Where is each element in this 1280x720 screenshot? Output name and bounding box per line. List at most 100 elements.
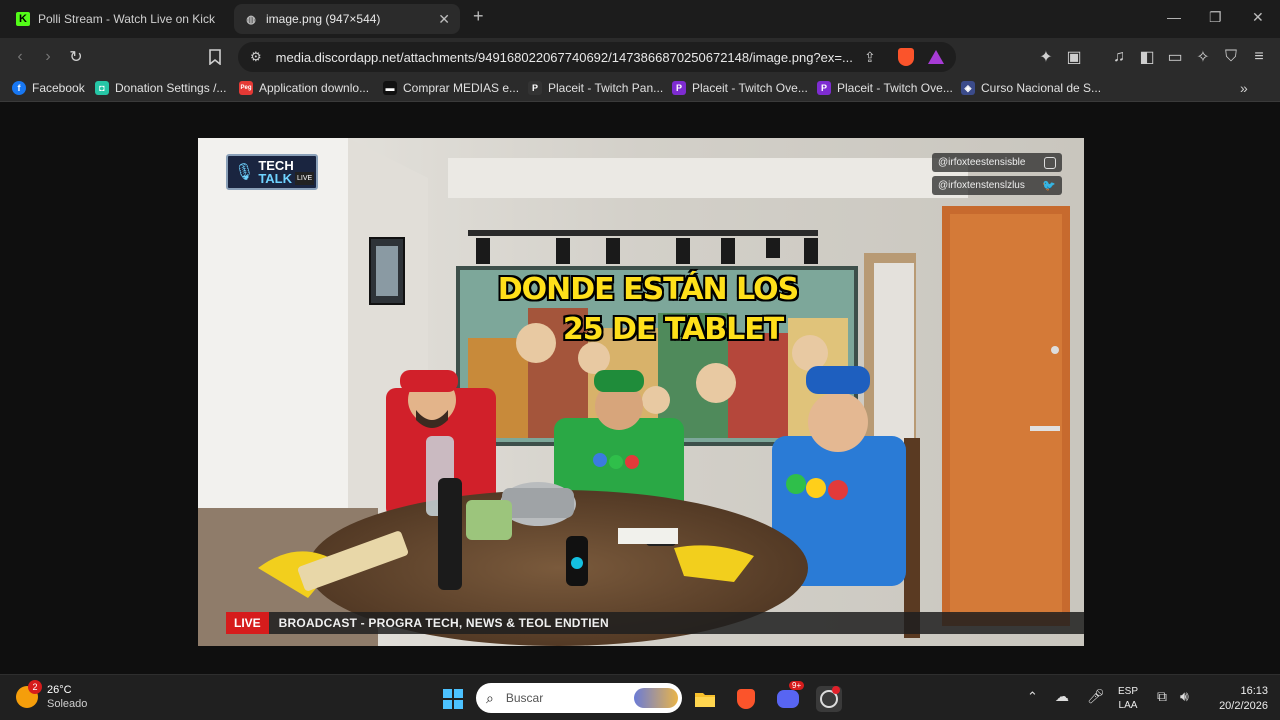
headline-line-1: DONDE ESTÁN LOS <box>497 272 800 307</box>
bookmark-item[interactable]: ◈ Curso Nacional de S... <box>961 81 1101 95</box>
volume-icon[interactable]: 🔊︎ <box>1180 688 1189 705</box>
minimize-button[interactable]: — <box>1167 9 1181 25</box>
bookmark-icon[interactable] <box>205 47 225 67</box>
weather-widget[interactable]: 2 26°C Soleado <box>16 680 88 711</box>
peg-icon: Peg <box>239 81 253 95</box>
forward-button[interactable]: › <box>38 47 58 67</box>
search-placeholder: Buscar <box>505 691 544 705</box>
new-tab-button[interactable]: + <box>473 6 484 27</box>
discord-badge: 9+ <box>789 681 805 690</box>
bookmark-item[interactable]: Peg Application downlo... <box>239 81 369 95</box>
extensions-icon[interactable]: ✦ <box>1036 47 1056 67</box>
more-bookmarks-icon[interactable]: » <box>1240 80 1248 96</box>
media-icon[interactable]: ♫ <box>1109 47 1129 67</box>
brave-rewards-icon[interactable] <box>928 50 944 64</box>
instagram-icon <box>1044 156 1056 169</box>
bookmark-label: Comprar MEDIAS e... <box>403 81 520 95</box>
tab-label: image.png (947×544) <box>266 12 381 26</box>
social-handle-text: @irfoxteestensisble <box>938 157 1026 168</box>
discord-icon[interactable]: 9+ <box>776 681 805 711</box>
bookmark-item[interactable]: P Placeit - Twitch Pan... <box>528 81 663 95</box>
url-text: media.discordapp.net/attachments/9491680… <box>275 49 853 65</box>
sidebar-icon[interactable]: ◧ <box>1137 47 1157 67</box>
menu-icon[interactable]: ≡ <box>1249 47 1269 67</box>
stream-scene <box>198 138 1084 646</box>
medias-icon: ▬ <box>383 81 397 95</box>
network-icon[interactable]: ⧉ <box>1157 688 1167 705</box>
tech-talk-logo: 🎙 TECH TALK LIVE <box>226 154 318 190</box>
browser-toolbar: ‹ › ↻ ⚙ media.discordapp.net/attachments… <box>0 38 1280 76</box>
cloud-icon[interactable]: ☁ <box>1055 688 1069 705</box>
bookmark-item[interactable]: P Placeit - Twitch Ove... <box>817 81 953 95</box>
social-handle-text: @irfoxtenstenslzlus <box>938 180 1025 191</box>
clock-time: 16:13 <box>1240 685 1268 697</box>
sun-icon: 2 <box>16 680 42 708</box>
weather-desc: Soleado <box>47 698 88 710</box>
back-button[interactable]: ‹ <box>10 47 30 67</box>
clock-date: 20/2/2026 <box>1219 700 1268 712</box>
bookmark-item[interactable]: f Facebook <box>12 81 85 95</box>
close-window-button[interactable]: ✕ <box>1252 9 1264 26</box>
file-explorer-icon[interactable] <box>693 687 717 711</box>
windows-start-icon[interactable] <box>441 687 465 711</box>
twitter-icon: 🐦 <box>1042 180 1056 192</box>
close-tab-icon[interactable]: ✕ <box>438 11 450 28</box>
tab-strip: K Polli Stream - Watch Live on Kick ◍ im… <box>0 0 1280 38</box>
news-ticker: BROADCAST - PROGRA TECH, NEWS & TEOL END… <box>278 616 609 630</box>
bookmark-label: Donation Settings /... <box>115 81 227 95</box>
globe-icon: ◍ <box>246 13 256 26</box>
page-content: 🎙 TECH TALK LIVE @irfoxteestensisble @ir… <box>0 102 1280 674</box>
social-handle-instagram: @irfoxteestensisble <box>932 153 1062 172</box>
language-code: ESP <box>1118 686 1139 697</box>
microphone-icon: 🎙 <box>234 164 255 181</box>
language-indicator[interactable]: ESP LAA <box>1118 685 1138 713</box>
donation-icon: ◘ <box>95 81 109 95</box>
brave-browser-icon[interactable] <box>734 687 758 711</box>
microphone-icon[interactable]: 🎤︎ <box>1087 688 1105 705</box>
vpn-icon[interactable]: ⛉ <box>1221 47 1241 67</box>
bookmark-item[interactable]: ▬ Comprar MEDIAS e... <box>383 81 519 95</box>
search-icon: ⌕ <box>486 689 494 706</box>
bookmark-label: Curso Nacional de S... <box>981 81 1102 95</box>
search-box[interactable]: ⌕ Buscar <box>476 683 682 713</box>
search-highlight-icon <box>634 688 678 708</box>
obs-icon[interactable] <box>816 686 842 712</box>
bookmark-item[interactable]: ◘ Donation Settings /... <box>95 81 226 95</box>
reload-button[interactable]: ↻ <box>66 47 86 67</box>
bookmark-label: Placeit - Twitch Ove... <box>837 81 953 95</box>
weather-badge: 2 <box>28 680 42 694</box>
bookmark-label: Placeit - Twitch Pan... <box>548 81 664 95</box>
social-handle-twitter: @irfoxtenstenslzlus 🐦 <box>932 176 1062 195</box>
reader-icon[interactable]: ▣ <box>1064 47 1084 67</box>
bookmarks-bar: f Facebook ◘ Donation Settings /... Peg … <box>0 76 1280 102</box>
kick-icon: K <box>16 12 30 26</box>
address-bar[interactable]: ⚙ media.discordapp.net/attachments/94916… <box>238 42 956 72</box>
brave-shield-icon[interactable] <box>898 48 914 66</box>
logo-line-2: TALK <box>258 171 293 186</box>
logo-badge: LIVE <box>295 172 315 185</box>
share-icon[interactable]: ⇪ <box>864 49 876 66</box>
bookmark-label: Facebook <box>32 81 85 95</box>
show-hidden-icons[interactable]: ⌃ <box>1027 689 1038 705</box>
leo-ai-icon[interactable]: ✧ <box>1193 47 1213 67</box>
tab-image[interactable]: ◍ image.png (947×544) ✕ <box>234 4 460 34</box>
placeit-icon: P <box>672 81 686 95</box>
wallet-icon[interactable]: ▭ <box>1165 47 1185 67</box>
headline-line-2: 25 DE TABLET <box>562 312 784 347</box>
restore-button[interactable]: ❐ <box>1209 9 1222 26</box>
bookmark-label: Placeit - Twitch Ove... <box>692 81 808 95</box>
bookmark-label: Application downlo... <box>259 81 370 95</box>
live-badge: LIVE <box>226 612 269 634</box>
weather-temp: 26°C <box>47 684 72 696</box>
site-settings-icon[interactable]: ⚙ <box>250 49 262 65</box>
stream-image: 🎙 TECH TALK LIVE @irfoxteestensisble @ir… <box>198 138 1084 646</box>
placeit-icon: P <box>817 81 831 95</box>
bookmark-item[interactable]: P Placeit - Twitch Ove... <box>672 81 808 95</box>
facebook-icon: f <box>12 81 26 95</box>
placeit-icon: P <box>528 81 542 95</box>
curso-icon: ◈ <box>961 81 975 95</box>
keyboard-layout: LAA <box>1118 700 1138 711</box>
tab-kick[interactable]: K Polli Stream - Watch Live on Kick <box>6 4 232 34</box>
headline: DONDE ESTÁN LOS 25 DE TABLET <box>468 270 828 350</box>
clock[interactable]: 16:13 20/2/2026 <box>1208 684 1268 714</box>
